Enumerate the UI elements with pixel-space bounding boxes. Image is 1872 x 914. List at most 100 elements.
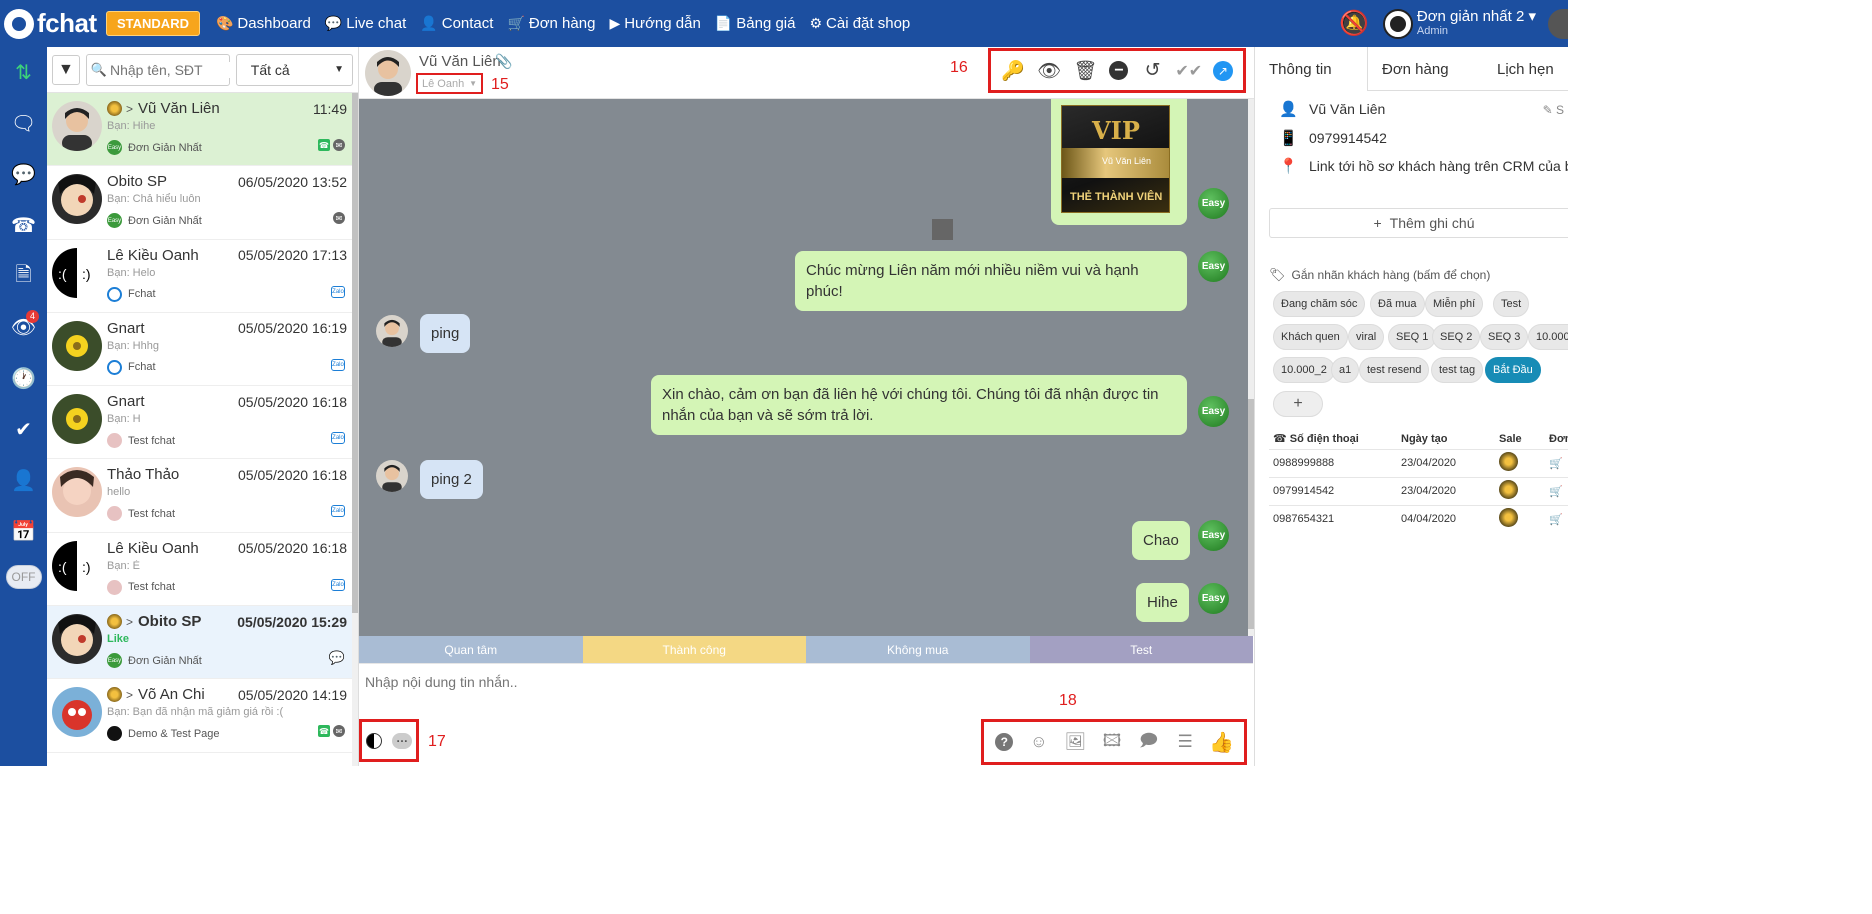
order-cell[interactable]: 🛒: [1545, 476, 1568, 505]
tag-chip[interactable]: Test: [1493, 291, 1530, 317]
sort-icon[interactable]: ⇅: [0, 47, 47, 98]
nav-label: Đơn hàng: [528, 15, 596, 32]
double-check-icon[interactable]: ✔✔: [1175, 59, 1202, 83]
page-avatar: Easy: [1198, 583, 1229, 614]
excel-icon[interactable]: 🗎: [0, 251, 47, 302]
fchat-logo[interactable]: fchat: [4, 8, 100, 39]
tag-chip[interactable]: test resend: [1359, 357, 1430, 383]
chevron-down-icon: ▼: [469, 79, 477, 88]
nav-live-chat[interactable]: 💬 Live chat: [325, 15, 406, 32]
phone-icon[interactable]: ☎: [0, 200, 47, 251]
user-menu[interactable]: Đơn giản nhất 2 ▾ Admin: [1417, 9, 1536, 38]
message-bubble-in: ping 2: [420, 460, 483, 499]
tag-chip[interactable]: SEQ 1: [1388, 324, 1437, 350]
list-icon[interactable]: ☰: [1174, 731, 1196, 753]
messenger-icon[interactable]: 🗨: [0, 98, 47, 149]
filter-icon[interactable]: ▼: [52, 54, 80, 85]
tag-chip[interactable]: Khách quen: [1273, 324, 1348, 350]
tab-orders[interactable]: Đơn hàng: [1368, 47, 1483, 91]
conversation-item[interactable]: :(:) Lê Kiều Oanh 05/05/2020 17:13 Bạn: Hel…: [47, 240, 353, 313]
emoji-icon[interactable]: ☺: [1028, 731, 1050, 753]
nav-price-list[interactable]: 📄 Bảng giá: [715, 15, 796, 32]
tag-chip[interactable]: a1: [1331, 357, 1360, 383]
table-row[interactable]: 0988999888 23/04/2020 🛒: [1269, 448, 1568, 477]
check-icon[interactable]: ✔: [0, 404, 47, 455]
open-external-icon[interactable]: ↗: [1212, 60, 1233, 81]
table-row[interactable]: 0987654321 04/04/2020 🛒: [1269, 504, 1568, 533]
label-tab[interactable]: Quan tâm: [359, 636, 583, 663]
nav-play[interactable]: ▶ Hướng dẫn: [609, 15, 700, 32]
user-icon[interactable]: 👤: [0, 455, 47, 506]
tag-chip[interactable]: viral: [1348, 324, 1385, 350]
search-input[interactable]: [109, 61, 230, 78]
conversation-item[interactable]: :(:) Lê Kiều Oanh 05/05/2020 16:18 Bạn: È Te…: [47, 533, 353, 607]
nav-contact[interactable]: 👤 Contact: [420, 15, 493, 32]
add-tag-button[interactable]: +: [1273, 391, 1323, 417]
block-icon[interactable]: −: [1109, 61, 1129, 80]
secondary-avatar[interactable]: [1548, 8, 1568, 39]
tag-icon: 🏷: [1269, 267, 1286, 282]
tag-chip[interactable]: Đã mua: [1370, 291, 1425, 317]
tab-info[interactable]: Thông tin: [1255, 47, 1368, 91]
tag-chip[interactable]: Đang chăm sóc: [1273, 291, 1366, 317]
image-icon[interactable]: 🖼: [1064, 731, 1087, 753]
table-row[interactable]: 0979914542 23/04/2020 🛒: [1269, 476, 1568, 505]
status-select[interactable]: Tất cả ▼: [235, 53, 353, 86]
nav-cart[interactable]: 🛒 Đơn hàng: [507, 15, 595, 32]
conversation-item[interactable]: Obito SP 06/05/2020 13:52 Bạn: Chả hiểu lu…: [47, 166, 353, 240]
conversation-item[interactable]: Gnart 05/05/2020 16:19 Bạn: Hhhg ● Fchat Zalo: [47, 313, 353, 387]
label-tab[interactable]: Thành công: [582, 636, 806, 663]
more-options-icon[interactable]: …: [392, 732, 412, 749]
message-image[interactable]: VIP Vũ Văn Liên THẺ THÀNH VIÊN: [1051, 99, 1187, 225]
order-cell[interactable]: 🛒: [1545, 504, 1568, 533]
calendar-icon[interactable]: 📅: [0, 506, 47, 557]
tag-chip[interactable]: Bắt Đầu: [1485, 357, 1541, 383]
conversation-item[interactable]: > Võ An Chi 05/05/2020 14:19 Bạn: Bạn đã nh…: [47, 679, 353, 753]
customer-avatar[interactable]: [365, 50, 411, 96]
chat-bubbles-icon[interactable]: 💬: [0, 149, 47, 200]
conversation-item[interactable]: > Vũ Văn Liên 11:49 Bạn: Hihe Easy Đơn Giản N…: [47, 93, 353, 167]
tag-chip[interactable]: SEQ 2: [1432, 324, 1481, 350]
tag-chip[interactable]: 10.000_2: [1273, 357, 1335, 383]
history-icon[interactable]: ↺: [1141, 59, 1165, 83]
order-cell[interactable]: 🛒: [1545, 448, 1568, 477]
tag-chip[interactable]: test tag: [1431, 357, 1484, 383]
label-tab[interactable]: Không mua: [806, 636, 1030, 663]
message-input[interactable]: [365, 674, 965, 690]
sender-avatar[interactable]: [366, 732, 382, 749]
user-avatar[interactable]: [1382, 8, 1413, 39]
online-toggle[interactable]: OFF: [5, 565, 42, 589]
conversation-item[interactable]: > Obito SP 05/05/2020 15:29 Like Easy Đơn Giả…: [47, 606, 353, 680]
tag-chip[interactable]: 10.000_: [1528, 324, 1568, 350]
page-name: Đơn Giản Nhất: [128, 141, 202, 154]
crm-link[interactable]: Link tới hồ sơ khách hàng trên CRM của b…: [1309, 158, 1568, 174]
tab-appointments[interactable]: Lịch hẹn: [1483, 47, 1568, 91]
nav-gear[interactable]: ⚙ Cài đặt shop: [809, 15, 910, 32]
trash-icon[interactable]: 🗑: [1073, 59, 1097, 83]
phone-icon: ☎: [318, 725, 330, 738]
paperclip-icon[interactable]: 📎: [495, 53, 512, 70]
conversation-time: 05/05/2020 17:13: [238, 247, 347, 264]
eye-off-icon[interactable]: 👁: [1037, 59, 1061, 83]
eye-off-icon[interactable]: 👁 4: [0, 302, 47, 353]
quick-reply-icon[interactable]: 🗩: [1138, 731, 1160, 753]
conversation-name: Lê Kiều Oanh: [107, 539, 199, 557]
edit-icon[interactable]: ✎ S: [1543, 103, 1564, 117]
thumbs-up-icon[interactable]: 👍: [1209, 731, 1234, 754]
loading-placeholder: [932, 219, 953, 240]
assignee-select[interactable]: Lê Oanh ▼: [416, 73, 483, 94]
conversation-item[interactable]: Thảo Thảo 05/05/2020 16:18 hello Test fchat…: [47, 459, 353, 533]
tag-chip[interactable]: SEQ 3: [1480, 324, 1529, 350]
gallery-icon[interactable]: 🖾: [1101, 731, 1123, 753]
conversation-scrollbar[interactable]: [352, 93, 358, 766]
help-icon[interactable]: ?: [995, 733, 1014, 751]
conversation-item[interactable]: Gnart 05/05/2020 16:18 Bạn: H Test fchat Zal…: [47, 386, 353, 460]
tag-chip[interactable]: Miễn phí: [1425, 291, 1484, 317]
add-note-button[interactable]: + Thêm ghi chú: [1269, 208, 1568, 238]
notifications-off-icon[interactable]: 🔕: [1339, 9, 1369, 38]
key-icon[interactable]: 🔑: [1001, 59, 1025, 83]
conversation-toolbar: 🔑 👁 🗑 − ↺ ✔✔ ↗: [988, 48, 1246, 93]
label-tab[interactable]: Test: [1029, 636, 1253, 663]
clock-icon[interactable]: 🕐: [0, 353, 47, 404]
nav-dashboard[interactable]: 🎨 Dashboard: [216, 15, 311, 32]
